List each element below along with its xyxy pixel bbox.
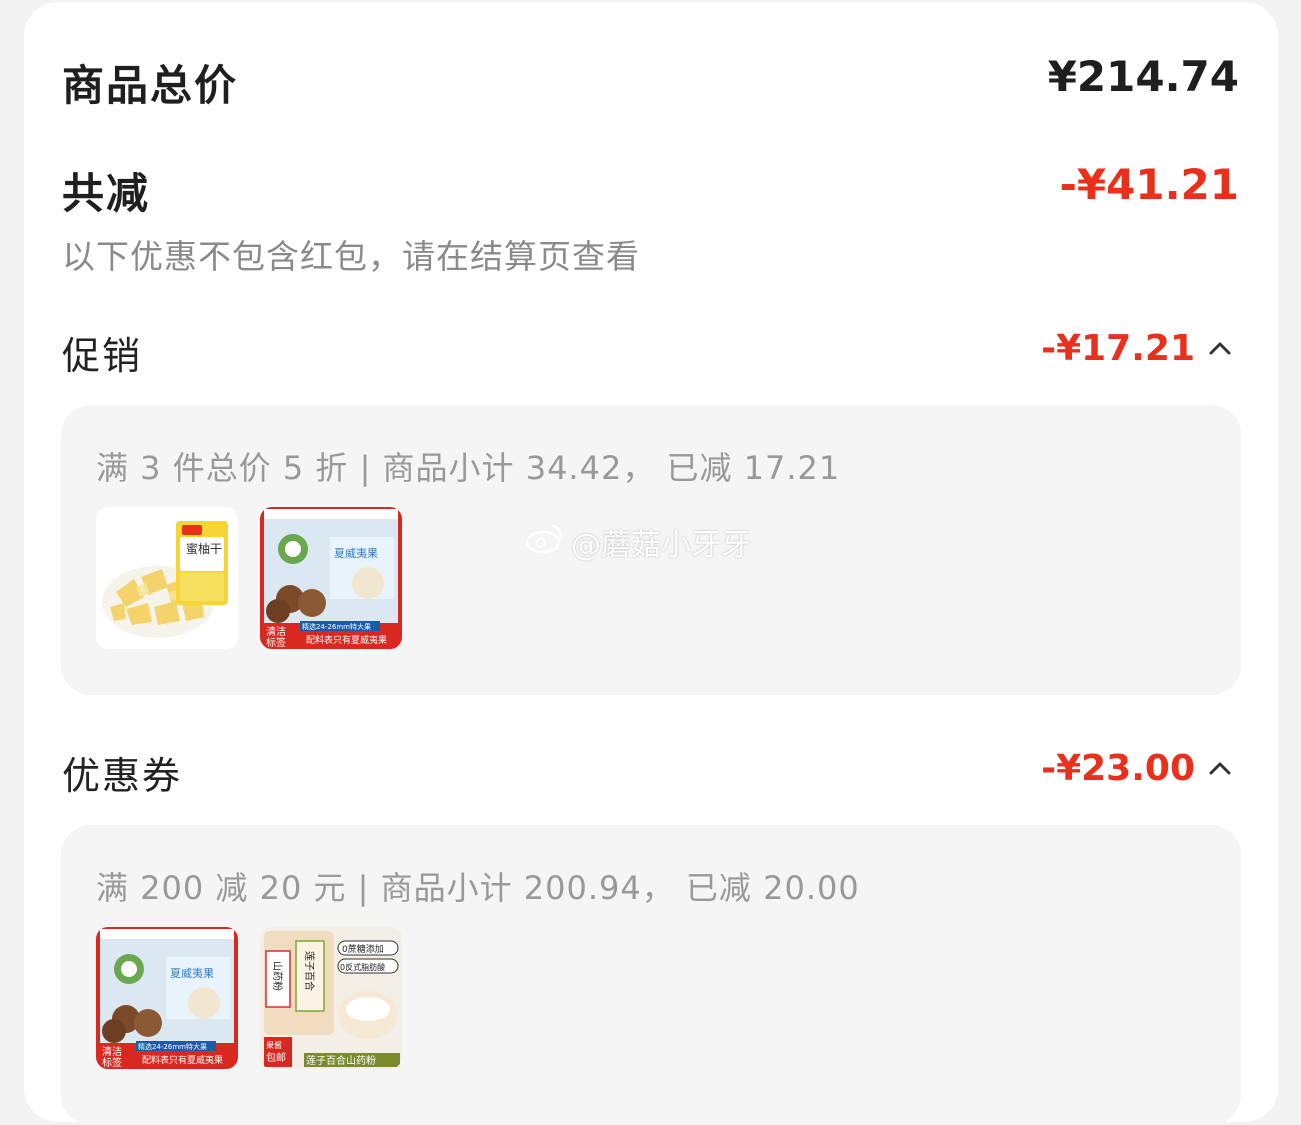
yam-right-text: 莲子百合: [303, 951, 316, 991]
product-thumb-pomelo[interactable]: 蜜柚干: [96, 507, 238, 649]
macadamia-badge-1a: 清洁: [266, 625, 286, 638]
yam-caption: 莲子百合山药粉: [306, 1054, 376, 1067]
coupon-value: -¥23.00: [1041, 748, 1195, 789]
yam-powder-image: 山药粉 莲子百合 0蔗糖添加 0反式脂肪酸 果酱 包邮 莲子百合山药粉: [260, 927, 402, 1069]
coupon-panel: 满 200 减 20 元 | 商品小计 200.94， 已减 20.00 夏威夷…: [61, 825, 1241, 1125]
product-thumb-yam-powder[interactable]: 山药粉 莲子百合 0蔗糖添加 0反式脂肪酸 果酱 包邮 莲子百合山药粉: [260, 927, 402, 1069]
weibo-icon: [525, 522, 565, 562]
total-price-label: 商品总价: [62, 61, 239, 110]
watermark-text: @蘑菇小牙牙: [571, 528, 751, 563]
promotion-toggle[interactable]: -¥17.21: [1041, 328, 1233, 369]
pomelo-pack-text: 蜜柚干: [186, 541, 222, 556]
coupon-detail: 满 200 减 20 元 | 商品小计 200.94， 已减 20.00: [96, 869, 860, 907]
total-reduce-label: 共减: [62, 169, 151, 218]
macadamia-caption-1: 配料表只有夏威夷果: [306, 634, 387, 646]
total-price-value: ¥214.74: [1047, 52, 1239, 101]
coupon-toggle[interactable]: -¥23.00: [1041, 748, 1233, 789]
total-reduce-value: -¥41.21: [1059, 160, 1239, 209]
discount-note: 以下优惠不包含红包，请在结算页查看: [62, 237, 640, 276]
yam-badge-b: 包邮: [266, 1051, 286, 1064]
product-thumb-macadamia[interactable]: 夏威夷果 精选24-26mm特大果 清洁 标签 配料表只有夏威夷果: [260, 507, 402, 649]
macadamia-caption-2: 配料表只有夏威夷果: [142, 1054, 223, 1066]
watermark: @蘑菇小牙牙: [525, 520, 751, 564]
promotion-detail: 满 3 件总价 5 折 | 商品小计 34.42， 已减 17.21: [96, 449, 841, 487]
coupon-label: 优惠券: [62, 754, 183, 798]
macadamia-badge-1b: 标签: [266, 636, 286, 649]
yam-left-text: 山药粉: [271, 961, 284, 991]
yam-tag-1: 0蔗糖添加: [342, 943, 384, 955]
yam-badge-a: 果酱: [266, 1040, 282, 1050]
pomelo-image: 蜜柚干: [96, 507, 238, 649]
macadamia-badge-2a: 清洁: [102, 1045, 122, 1058]
promotion-value: -¥17.21: [1041, 328, 1195, 369]
macadamia-image-2: 夏威夷果 精选24-26mm特大果 清洁 标签 配料表只有夏威夷果: [96, 927, 238, 1069]
macadamia-badge-2b: 标签: [102, 1056, 122, 1069]
macadamia-center-2: 夏威夷果: [170, 967, 214, 980]
chevron-up-icon: [1207, 756, 1233, 782]
chevron-up-icon: [1207, 336, 1233, 362]
yam-tag-2: 0反式脂肪酸: [340, 962, 385, 972]
macadamia-tag-2: 精选24-26mm特大果: [138, 1042, 207, 1051]
macadamia-image: 夏威夷果 精选24-26mm特大果 清洁 标签 配料表只有夏威夷果: [260, 507, 402, 649]
promotion-label: 促销: [62, 334, 143, 378]
product-thumb-macadamia-2[interactable]: 夏威夷果 精选24-26mm特大果 清洁 标签 配料表只有夏威夷果: [96, 927, 238, 1069]
macadamia-tag-1: 精选24-26mm特大果: [302, 622, 371, 631]
macadamia-center-1: 夏威夷果: [334, 547, 378, 560]
